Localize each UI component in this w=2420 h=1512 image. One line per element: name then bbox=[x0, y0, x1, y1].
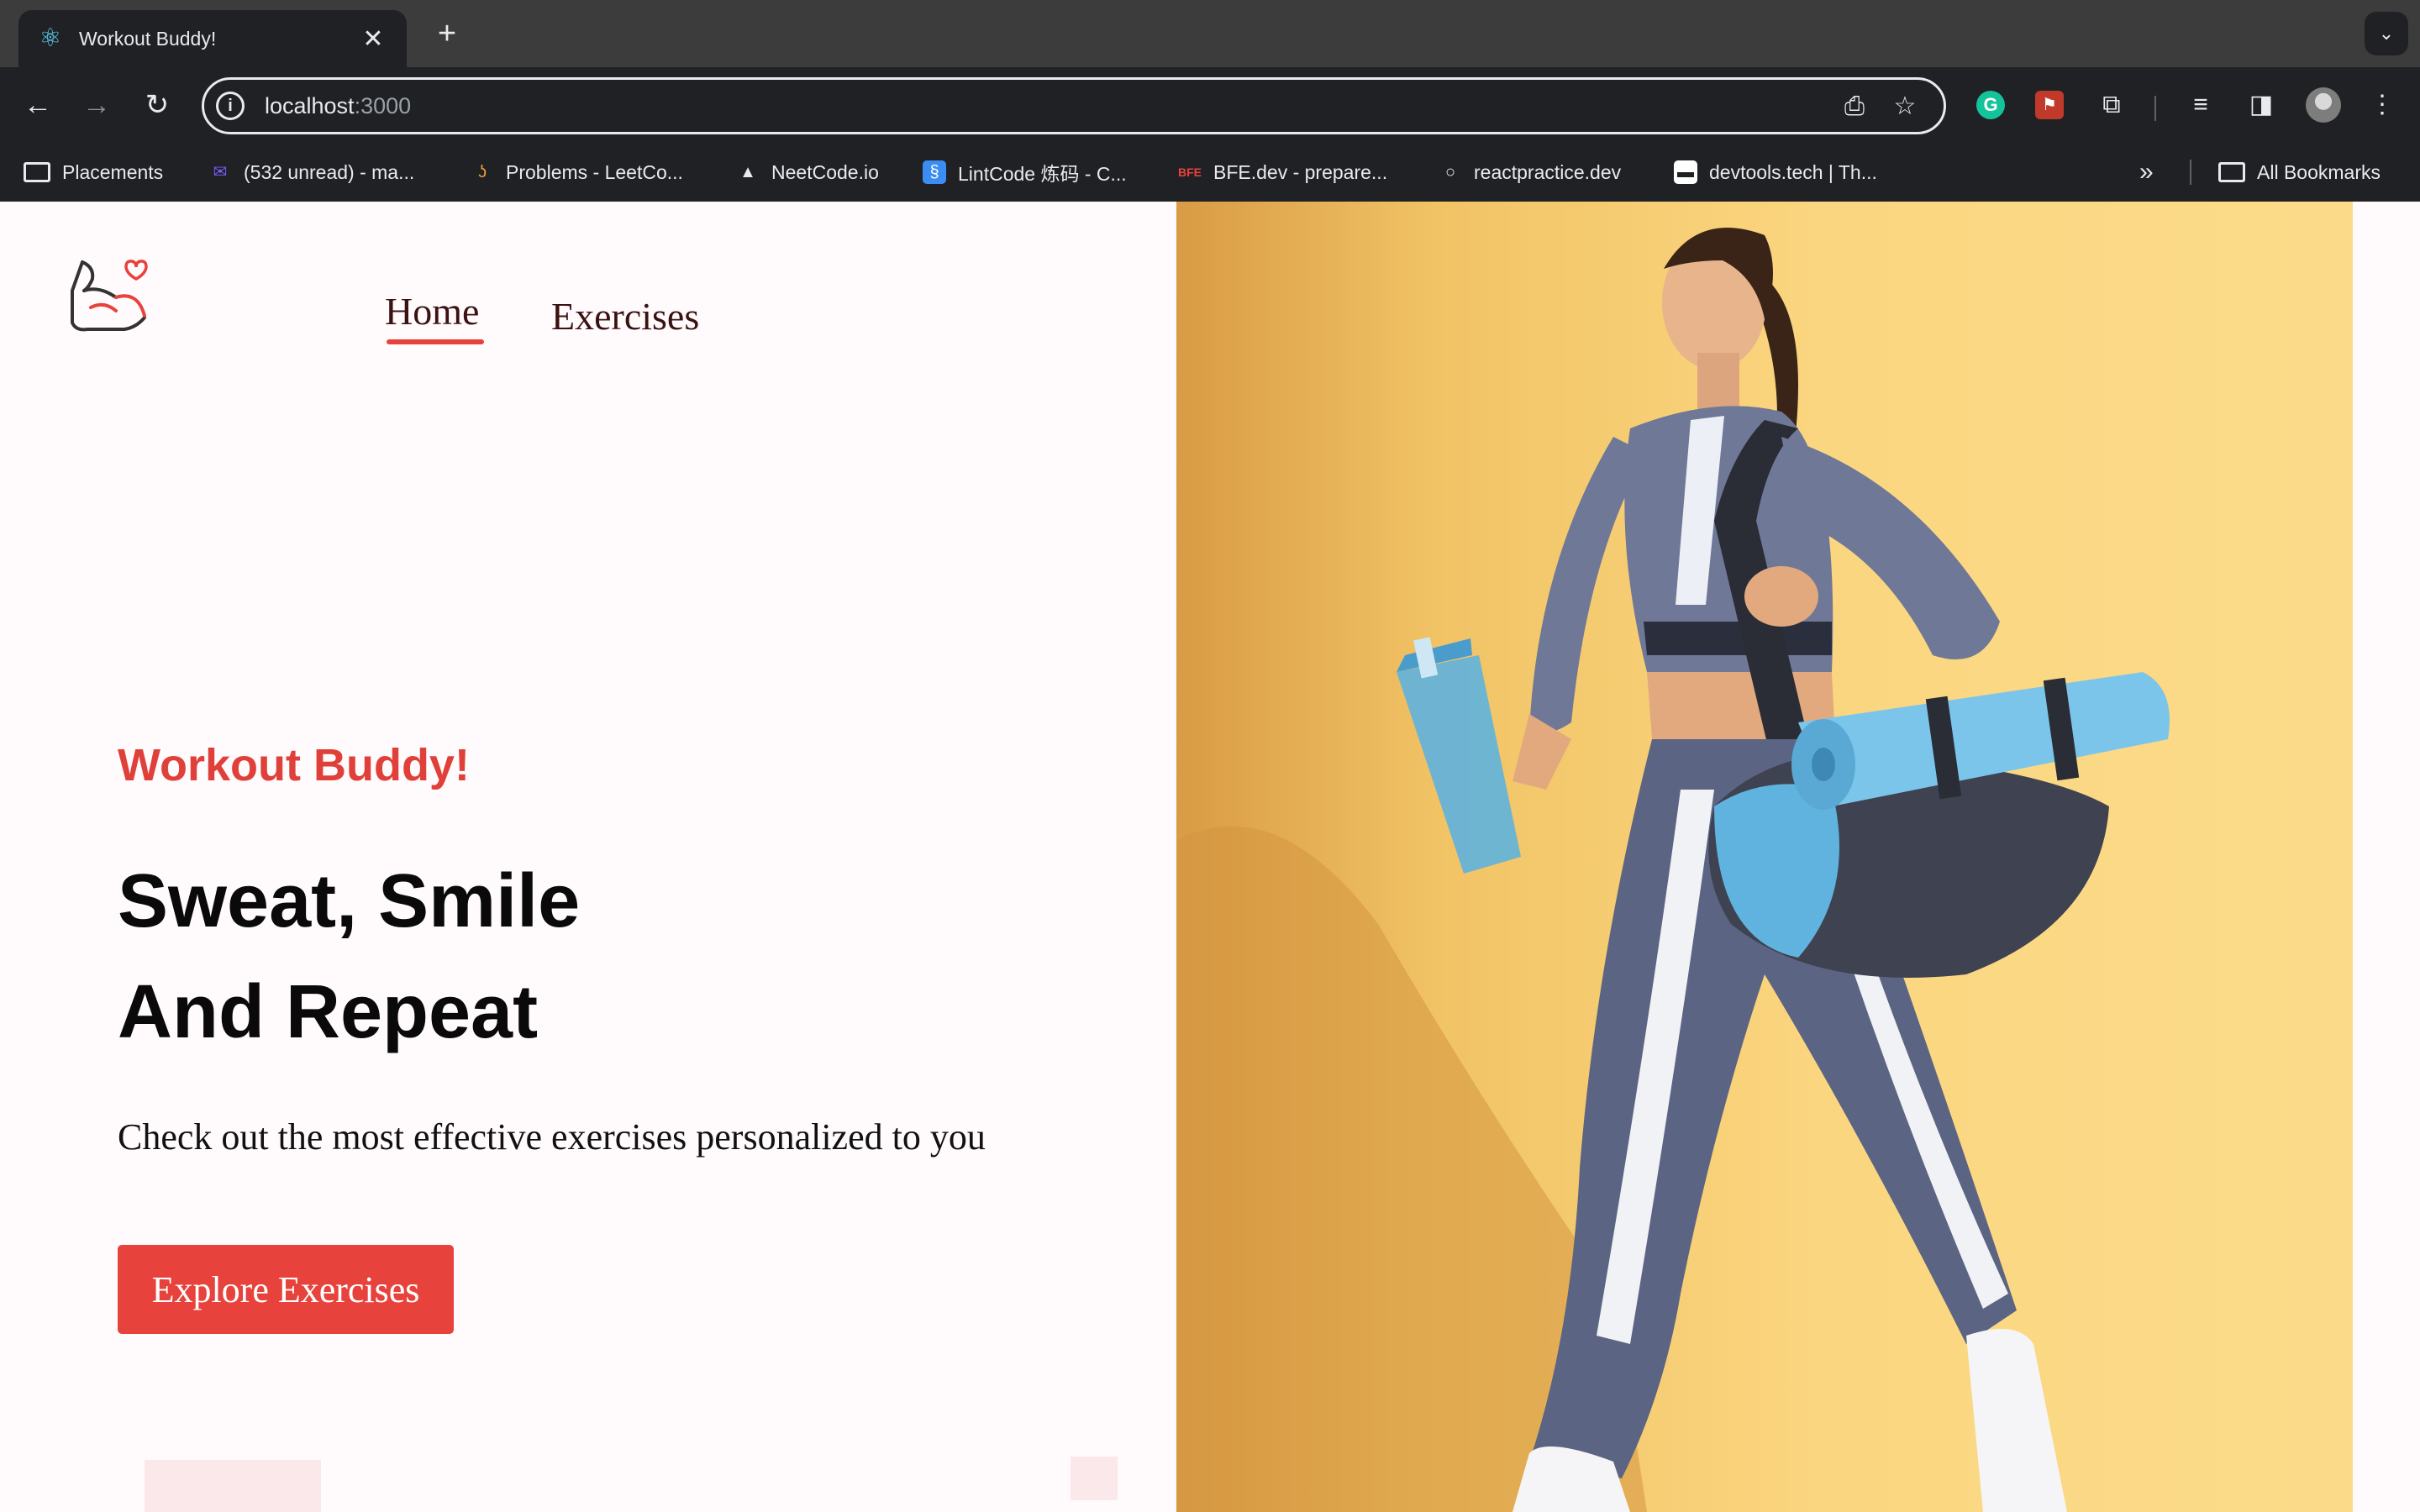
back-arrow-icon[interactable]: ← bbox=[18, 86, 57, 124]
hero-subtitle: Check out the most effective exercises p… bbox=[118, 1116, 986, 1158]
install-app-icon[interactable]: ⎙ bbox=[1838, 90, 1871, 123]
close-tab-icon[interactable]: ✕ bbox=[358, 24, 388, 54]
browser-tab[interactable]: ⚛ Workout Buddy! ✕ bbox=[18, 10, 407, 67]
hero-eyebrow: Workout Buddy! bbox=[118, 740, 470, 790]
bookmarks-bar: Placements ✉ (532 unread) - ma... ʖ Proble… bbox=[0, 143, 2420, 202]
flexed-arm-logo-icon[interactable] bbox=[66, 257, 150, 341]
bookmarks-divider bbox=[2190, 160, 2191, 185]
extension-red-icon[interactable]: ⚑ bbox=[2035, 91, 2064, 119]
devtools-icon: ▬ bbox=[1674, 160, 1697, 184]
grammarly-icon[interactable]: G bbox=[1976, 91, 2005, 119]
bookmark-mail[interactable]: ✉ (532 unread) - ma... bbox=[208, 158, 415, 186]
address-bar[interactable]: i localhost:3000 ⎙ ☆ bbox=[202, 77, 1946, 134]
decorative-block bbox=[145, 1460, 321, 1512]
bookmark-placements[interactable]: Placements bbox=[24, 158, 163, 186]
bookmark-star-icon[interactable]: ☆ bbox=[1888, 90, 1922, 123]
bookmark-devtools[interactable]: ▬ devtools.tech | Th... bbox=[1674, 158, 1877, 186]
hero-headline-line2: And Repeat bbox=[118, 970, 539, 1054]
forward-arrow-icon[interactable]: → bbox=[77, 86, 116, 124]
bookmark-leetcode[interactable]: ʖ Problems - LeetCo... bbox=[471, 158, 683, 186]
bfe-icon: BFE bbox=[1178, 165, 1202, 179]
site-info-icon[interactable]: i bbox=[216, 92, 245, 120]
tab-title: Workout Buddy! bbox=[79, 27, 217, 50]
all-bookmarks[interactable]: All Bookmarks bbox=[2218, 158, 2381, 186]
bookmark-neetcode[interactable]: ▲ NeetCode.io bbox=[736, 158, 879, 186]
rocket-icon: ▲ bbox=[739, 163, 756, 181]
side-panel-icon[interactable]: ◨ bbox=[2242, 86, 2281, 124]
tab-strip: ⚛ Workout Buddy! ✕ + ⌄ bbox=[0, 0, 2420, 67]
toolbar-divider bbox=[2154, 96, 2156, 121]
reload-icon[interactable]: ↻ bbox=[138, 86, 176, 124]
mail-icon: ✉ bbox=[213, 163, 228, 181]
browser-toolbar: ← → ↻ i localhost:3000 ⎙ ☆ G ⚑ ⧉ ≡ ◨ ⋮ bbox=[0, 67, 2420, 143]
lintcode-icon: § bbox=[923, 160, 946, 184]
active-nav-underline bbox=[387, 339, 484, 344]
extensions-puzzle-icon[interactable]: ⧉ bbox=[2092, 86, 2131, 124]
nav-exercises-link[interactable]: Exercises bbox=[551, 294, 699, 339]
woman-walking-with-yoga-mat-illustration bbox=[1176, 228, 2170, 1512]
media-queue-icon[interactable]: ≡ bbox=[2181, 86, 2220, 124]
more-bookmarks-chevron-icon[interactable]: » bbox=[2139, 158, 2154, 186]
profile-avatar[interactable] bbox=[2306, 87, 2341, 123]
decorative-block bbox=[1071, 1457, 1118, 1500]
hero-banner-image bbox=[1176, 202, 2353, 1512]
url-text[interactable]: localhost:3000 bbox=[265, 93, 411, 119]
folder-icon bbox=[2218, 162, 2245, 182]
page-content: Home Exercises Workout Buddy! Sweat, Smi… bbox=[0, 202, 2420, 1512]
hero-headline-line1: Sweat, Smile bbox=[118, 859, 581, 943]
bookmark-lintcode[interactable]: § LintCode 炼码 - C... bbox=[923, 158, 1127, 186]
leetcode-icon: ʖ bbox=[478, 163, 487, 181]
tab-search-chevron-icon[interactable]: ⌄ bbox=[2365, 12, 2408, 55]
folder-icon bbox=[24, 162, 50, 182]
bookmark-bfe[interactable]: BFE BFE.dev - prepare... bbox=[1178, 158, 1387, 186]
bookmark-reactpractice[interactable]: ○ reactpractice.dev bbox=[1439, 158, 1621, 186]
more-menu-icon[interactable]: ⋮ bbox=[2363, 86, 2402, 124]
circle-icon: ○ bbox=[1444, 163, 1456, 181]
new-tab-icon[interactable]: + bbox=[429, 15, 466, 52]
explore-exercises-button[interactable]: Explore Exercises bbox=[118, 1245, 454, 1334]
nav-home-link[interactable]: Home bbox=[385, 289, 479, 333]
react-icon: ⚛ bbox=[39, 24, 62, 52]
